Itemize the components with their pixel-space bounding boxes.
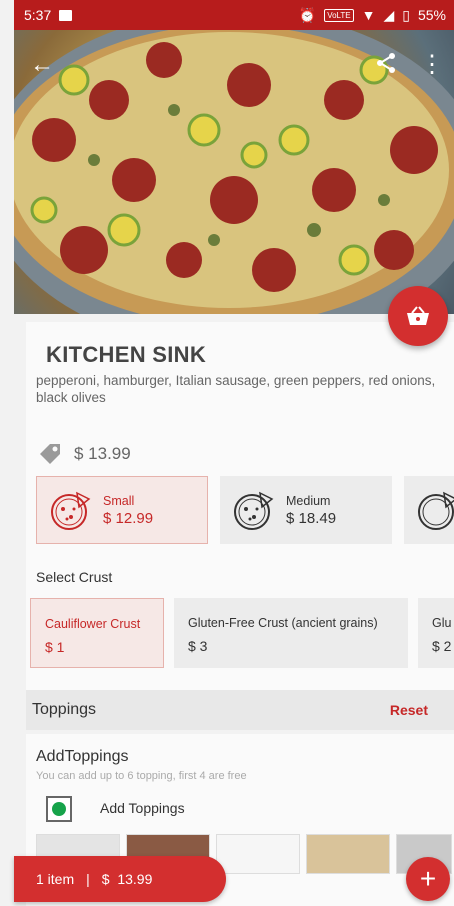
crust-price: $ 2: [432, 638, 452, 654]
add-to-cart-button[interactable]: +: [406, 857, 450, 901]
product-description: pepperoni, hamburger, Italian sausage, g…: [36, 373, 436, 405]
image-toolbar: ← ⋮: [14, 30, 454, 100]
price-tag-icon: [40, 444, 60, 464]
price-row: $ 13.99: [36, 440, 131, 468]
size-price: $ 18.49: [286, 509, 337, 527]
basket-icon: [407, 306, 429, 325]
alarm-icon: ⏰: [298, 6, 317, 23]
gallery-notification-icon: [59, 9, 73, 21]
size-text: Medium $ 18.49: [286, 494, 336, 527]
crust-name: Cauliflower Crust: [45, 617, 141, 631]
toolbar-actions: ⋮: [374, 51, 444, 80]
size-option-large[interactable]: [404, 476, 454, 544]
size-price: $ 12.99: [103, 509, 154, 527]
status-left: 5:37: [24, 7, 73, 23]
product-info-card: KITCHEN SINK pepperoni, hamburger, Itali…: [26, 322, 454, 694]
add-toppings-title: AddToppings: [36, 748, 129, 765]
cart-summary-bar[interactable]: 1 item | $ 13.99: [14, 856, 226, 902]
add-toppings-subtitle: You can add up to 6 topping, first 4 are…: [36, 770, 247, 782]
battery-level: 55%: [417, 7, 446, 23]
arrow-back-icon[interactable]: ←: [30, 53, 54, 77]
product-title: KITCHEN SINK: [46, 342, 207, 367]
basket-button[interactable]: [388, 286, 448, 346]
signal-icon: ◢: [383, 6, 395, 23]
reset-button[interactable]: Reset: [390, 702, 428, 718]
crust-option-third[interactable]: Glu $ 2: [418, 598, 454, 668]
add-toppings-checkbox[interactable]: [46, 796, 72, 822]
pizza-icon: [418, 491, 454, 530]
toppings-title: Toppings: [32, 701, 97, 718]
pizza-icon: [234, 491, 274, 530]
status-right: ⏰ VoLTE ▼ ◢ ▯ 55%: [299, 7, 446, 24]
volte-icon: VoLTE: [324, 8, 354, 22]
crust-name: Glu: [432, 616, 452, 630]
crust-price: $ 3: [188, 638, 208, 654]
size-option-small[interactable]: Small $ 12.99: [36, 476, 208, 544]
wifi-icon: ▼: [361, 7, 376, 23]
base-price: $ 13.99: [74, 444, 131, 463]
toppings-header: Toppings Reset: [26, 690, 454, 730]
size-name: Medium: [286, 493, 331, 508]
size-options: Small $ 12.99 Medium $ 18.49: [36, 476, 454, 544]
cart-item-count: 1 item: [36, 871, 75, 887]
plus-icon: +: [419, 863, 437, 894]
cart-total: $ 13.99: [101, 871, 153, 887]
add-toppings-label: Add Toppings: [100, 800, 185, 816]
size-option-medium[interactable]: Medium $ 18.49: [220, 476, 392, 544]
status-time: 5:37: [24, 7, 52, 23]
more-vert-icon[interactable]: ⋮: [420, 53, 444, 77]
crust-option-cauliflower[interactable]: Cauliflower Crust $ 1: [30, 598, 164, 668]
crust-price: $ 1: [45, 639, 65, 655]
size-name: Small: [103, 493, 135, 508]
crust-options: Cauliflower Crust $ 1 Gluten-Free Crust …: [30, 598, 454, 668]
share-icon[interactable]: [374, 51, 398, 80]
topping-thumbnail[interactable]: [306, 834, 390, 874]
crust-option-gluten-free[interactable]: Gluten-Free Crust (ancient grains) $ 3: [174, 598, 408, 668]
checkbox-dot: [52, 802, 66, 816]
crust-name: Gluten-Free Crust (ancient grains): [188, 616, 378, 630]
topping-thumbnail[interactable]: [216, 834, 300, 874]
pizza-icon: [51, 491, 91, 530]
no-sim-icon: ▯: [402, 6, 410, 23]
cart-separator: |: [86, 871, 90, 887]
status-bar: 5:37 ⏰ VoLTE ▼ ◢ ▯ 55%: [14, 0, 454, 30]
select-crust-label: Select Crust: [36, 569, 113, 585]
product-screen: 5:37 ⏰ VoLTE ▼ ◢ ▯ 55% ← ⋮ KITCHEN SINK …: [0, 0, 454, 906]
size-text: Small $ 12.99: [103, 494, 153, 527]
